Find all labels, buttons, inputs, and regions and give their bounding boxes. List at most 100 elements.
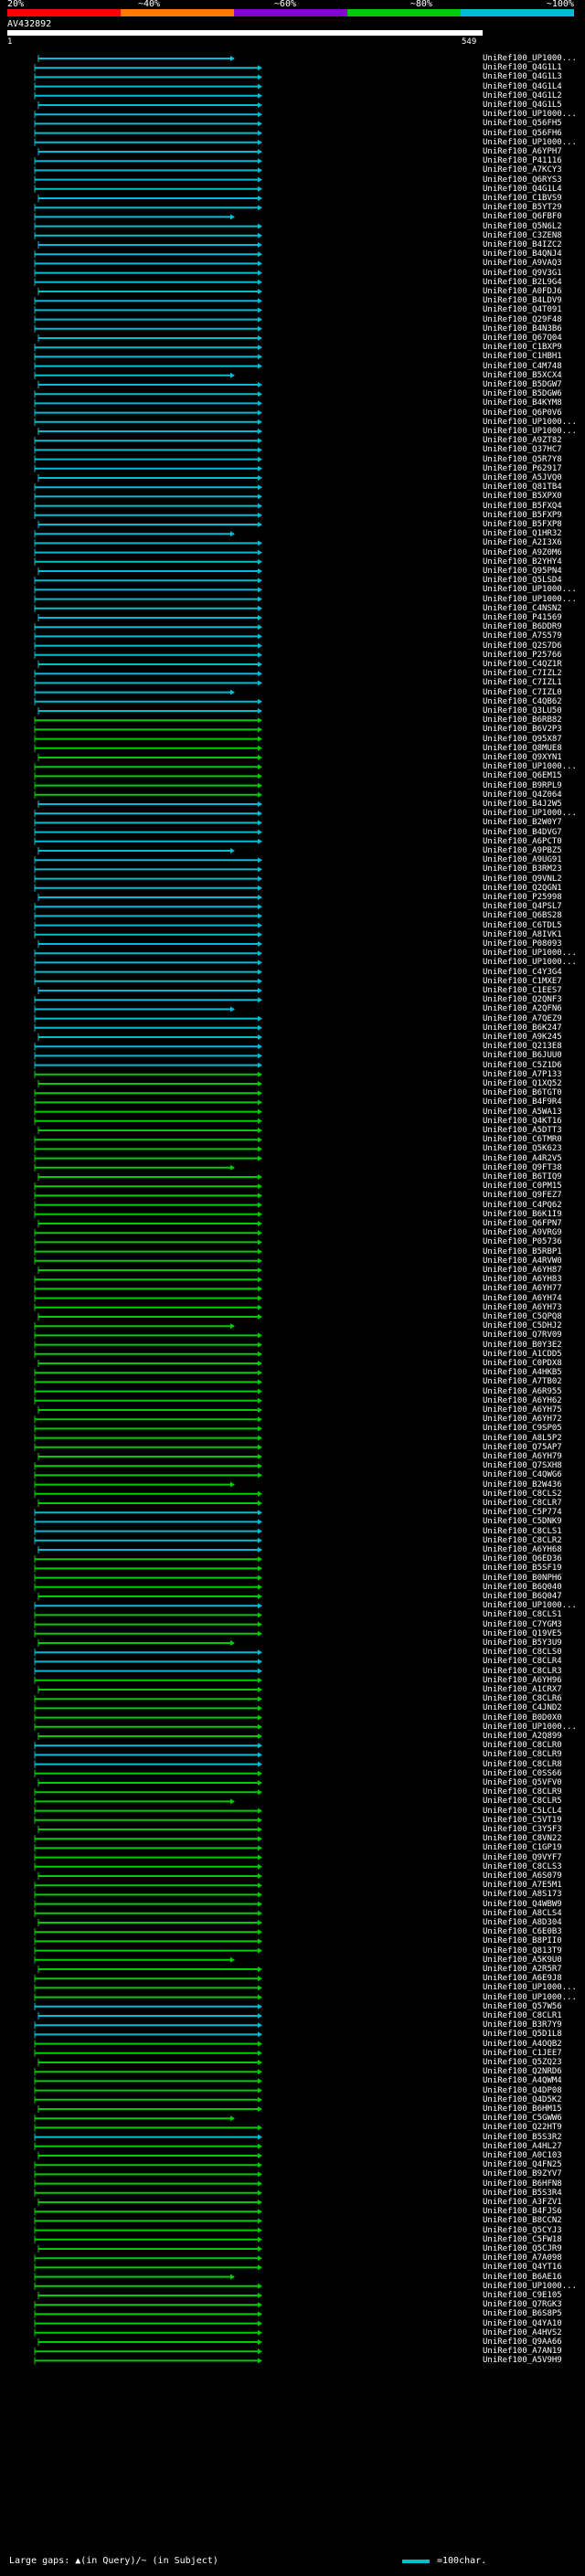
- hit-label[interactable]: UniRef100_Q9VNL2: [483, 875, 585, 884]
- hit-label[interactable]: UniRef100_A9Z0M6: [483, 548, 585, 557]
- hit-label[interactable]: UniRef100_A9VAQ3: [483, 259, 585, 268]
- hit-label[interactable]: UniRef100_Q4FN25: [483, 2160, 585, 2169]
- hit-label[interactable]: UniRef100_Q4YA10: [483, 2319, 585, 2328]
- hit-label[interactable]: UniRef100_Q6EM15: [483, 771, 585, 780]
- hit-label[interactable]: UniRef100_Q56FH5: [483, 119, 585, 128]
- hit-label[interactable]: UniRef100_C8CLR7: [483, 1499, 585, 1508]
- hit-label[interactable]: UniRef100_Q4DP08: [483, 2086, 585, 2095]
- hit-label[interactable]: UniRef100_A6YH62: [483, 1396, 585, 1405]
- hit-label[interactable]: UniRef100_A8IVK1: [483, 930, 585, 939]
- hit-label[interactable]: UniRef100_C8CLR8: [483, 1760, 585, 1769]
- hit-label[interactable]: UniRef100_C5LCL4: [483, 1807, 585, 1816]
- hit-label[interactable]: UniRef100_C1HBH1: [483, 352, 585, 361]
- hit-label[interactable]: UniRef100_C8CLR9: [483, 1787, 585, 1797]
- hit-label[interactable]: UniRef100_B5Y3U9: [483, 1638, 585, 1648]
- hit-label[interactable]: UniRef100_A6YH68: [483, 1545, 585, 1554]
- hit-label[interactable]: UniRef100_P25998: [483, 893, 585, 902]
- hit-label[interactable]: UniRef100_A2R5R7: [483, 1965, 585, 1974]
- hit-label[interactable]: UniRef100_B5DGW7: [483, 380, 585, 389]
- hit-label[interactable]: UniRef100_A4R2V5: [483, 1154, 585, 1163]
- hit-label[interactable]: UniRef100_A5JVQ0: [483, 473, 585, 482]
- hit-label[interactable]: UniRef100_UP1000...: [483, 958, 585, 967]
- hit-label[interactable]: UniRef100_C0PDX8: [483, 1359, 585, 1368]
- hit-label[interactable]: UniRef100_B4IZC2: [483, 240, 585, 249]
- hit-label[interactable]: UniRef100_Q5VFV0: [483, 1778, 585, 1787]
- hit-label[interactable]: UniRef100_UP1000...: [483, 595, 585, 604]
- hit-label[interactable]: UniRef100_B6TGT0: [483, 1088, 585, 1097]
- hit-label[interactable]: UniRef100_UP1000...: [483, 1723, 585, 1732]
- hit-label[interactable]: UniRef100_A6YH72: [483, 1415, 585, 1424]
- hit-label[interactable]: UniRef100_B0D0X0: [483, 1713, 585, 1723]
- hit-label[interactable]: UniRef100_Q4G1L1: [483, 63, 585, 72]
- hit-label[interactable]: UniRef100_Q1HR32: [483, 529, 585, 538]
- hit-label[interactable]: UniRef100_C9E105: [483, 2291, 585, 2300]
- hit-label[interactable]: UniRef100_Q2S7D6: [483, 641, 585, 651]
- hit-label[interactable]: UniRef100_B4FJS6: [483, 2207, 585, 2216]
- hit-label[interactable]: UniRef100_P25766: [483, 651, 585, 660]
- hit-label[interactable]: UniRef100_A5K9U0: [483, 1956, 585, 1965]
- hit-label[interactable]: UniRef100_Q95PN4: [483, 567, 585, 576]
- hit-label[interactable]: UniRef100_Q4YT16: [483, 2263, 585, 2272]
- hit-label[interactable]: UniRef100_C9SP05: [483, 1424, 585, 1433]
- hit-label[interactable]: UniRef100_A5WA13: [483, 1108, 585, 1117]
- hit-label[interactable]: UniRef100_A6YPH7: [483, 147, 585, 156]
- hit-label[interactable]: UniRef100_UP1000...: [483, 427, 585, 436]
- hit-label[interactable]: UniRef100_A1CDD5: [483, 1350, 585, 1359]
- hit-label[interactable]: UniRef100_C8CLR3: [483, 1667, 585, 1676]
- hit-label[interactable]: UniRef100_C4Y3G4: [483, 968, 585, 977]
- hit-label[interactable]: UniRef100_C0SS66: [483, 1769, 585, 1778]
- hit-label[interactable]: UniRef100_C1BXP9: [483, 343, 585, 352]
- hit-label[interactable]: UniRef100_A4HVS2: [483, 2328, 585, 2337]
- hit-label[interactable]: UniRef100_Q2QNF3: [483, 995, 585, 1004]
- hit-label[interactable]: UniRef100_Q29F48: [483, 315, 585, 324]
- hit-label[interactable]: UniRef100_C4NSN2: [483, 604, 585, 613]
- hit-label[interactable]: UniRef100_Q67Q04: [483, 334, 585, 343]
- hit-label[interactable]: UniRef100_C5QPQ8: [483, 1312, 585, 1321]
- hit-label[interactable]: UniRef100_C5GWW6: [483, 2114, 585, 2123]
- hit-label[interactable]: UniRef100_UP1000...: [483, 585, 585, 594]
- hit-label[interactable]: UniRef100_B2YHY4: [483, 557, 585, 567]
- hit-label[interactable]: UniRef100_Q6FPN7: [483, 1219, 585, 1228]
- hit-label[interactable]: UniRef100_A6YH87: [483, 1266, 585, 1275]
- hit-label[interactable]: UniRef100_A2Q899: [483, 1732, 585, 1741]
- hit-label[interactable]: UniRef100_Q6RYS3: [483, 175, 585, 185]
- hit-label[interactable]: UniRef100_A7KCY3: [483, 165, 585, 175]
- hit-label[interactable]: UniRef100_C8CLR6: [483, 1694, 585, 1703]
- hit-label[interactable]: UniRef100_Q81TB4: [483, 482, 585, 492]
- hit-label[interactable]: UniRef100_B8PII0: [483, 1936, 585, 1945]
- hit-label[interactable]: UniRef100_P08093: [483, 939, 585, 949]
- hit-label[interactable]: UniRef100_C8CLS0: [483, 1648, 585, 1657]
- hit-label[interactable]: UniRef100_UP1000...: [483, 138, 585, 147]
- hit-label[interactable]: UniRef100_UP1000...: [483, 418, 585, 427]
- hit-label[interactable]: UniRef100_A6E9J8: [483, 1974, 585, 1983]
- hit-label[interactable]: UniRef100_Q37HC7: [483, 445, 585, 454]
- hit-label[interactable]: UniRef100_UP1000...: [483, 2282, 585, 2291]
- hit-label[interactable]: UniRef100_Q9FEZ7: [483, 1191, 585, 1200]
- hit-label[interactable]: UniRef100_C4QWG6: [483, 1470, 585, 1479]
- hit-label[interactable]: UniRef100_B6HM15: [483, 2104, 585, 2114]
- hit-label[interactable]: UniRef100_UP1000...: [483, 110, 585, 119]
- hit-label[interactable]: UniRef100_UP1000...: [483, 1601, 585, 1610]
- hit-label[interactable]: UniRef100_Q1XQ52: [483, 1079, 585, 1088]
- hit-label[interactable]: UniRef100_Q5ZQ23: [483, 2058, 585, 2067]
- hit-label[interactable]: UniRef100_C6TDL5: [483, 921, 585, 930]
- hit-label[interactable]: UniRef100_C4PQ62: [483, 1201, 585, 1210]
- hit-label[interactable]: UniRef100_B5FXP9: [483, 511, 585, 520]
- hit-label[interactable]: UniRef100_C8CLR1: [483, 2011, 585, 2020]
- hit-label[interactable]: UniRef100_B4DVG7: [483, 828, 585, 837]
- hit-label[interactable]: UniRef100_C5P774: [483, 1508, 585, 1517]
- hit-label[interactable]: UniRef100_B6V2P3: [483, 725, 585, 734]
- hit-label[interactable]: UniRef100_C1JEE7: [483, 2049, 585, 2058]
- hit-label[interactable]: UniRef100_C1BVS9: [483, 194, 585, 203]
- hit-label[interactable]: UniRef100_A2I3X6: [483, 538, 585, 547]
- hit-label[interactable]: UniRef100_Q75AP7: [483, 1443, 585, 1452]
- hit-label[interactable]: UniRef100_B6RB82: [483, 716, 585, 725]
- hit-label[interactable]: UniRef100_Q5R7Y8: [483, 455, 585, 464]
- hit-label[interactable]: UniRef100_Q19VE5: [483, 1629, 585, 1638]
- hit-label[interactable]: UniRef100_A8CLS4: [483, 1909, 585, 1918]
- hit-label[interactable]: UniRef100_B2L9G4: [483, 278, 585, 287]
- hit-label[interactable]: UniRef100_Q7RGK3: [483, 2300, 585, 2309]
- hit-label[interactable]: UniRef100_C5DNK9: [483, 1517, 585, 1526]
- hit-label[interactable]: UniRef100_C5FW18: [483, 2235, 585, 2244]
- hit-label[interactable]: UniRef100_Q5D1L8: [483, 2030, 585, 2039]
